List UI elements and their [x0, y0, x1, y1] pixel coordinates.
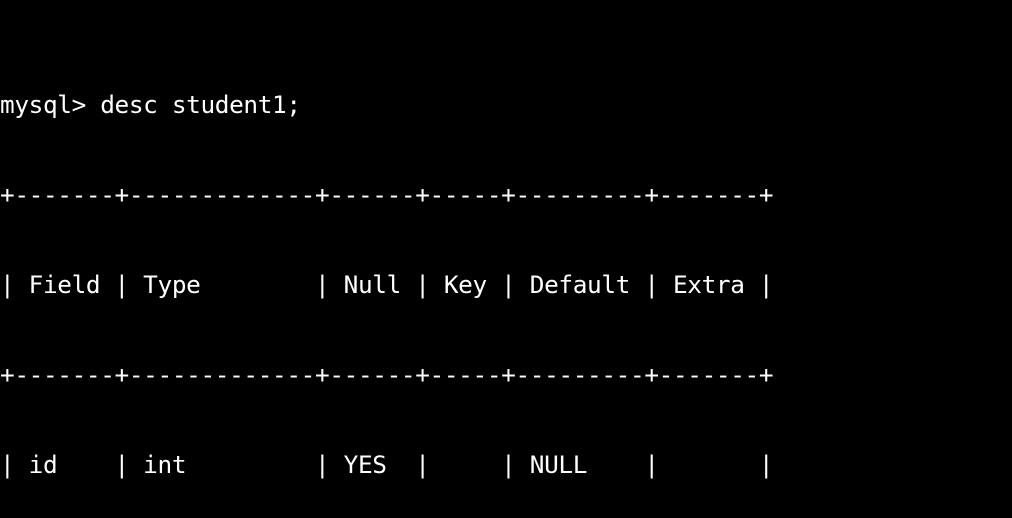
table-border-top-1: +-------+-------------+------+-----+----…: [0, 180, 774, 209]
terminal-screen[interactable]: mysql> desc student1; +-------+---------…: [0, 0, 1012, 518]
table-border-mid-1: +-------+-------------+------+-----+----…: [0, 360, 774, 389]
table-header-row-1: | Field | Type | Null | Key | Default | …: [0, 270, 774, 299]
command-line-1: mysql> desc student1;: [0, 90, 301, 119]
table-row: | id | int | YES | | NULL | |: [0, 450, 774, 479]
